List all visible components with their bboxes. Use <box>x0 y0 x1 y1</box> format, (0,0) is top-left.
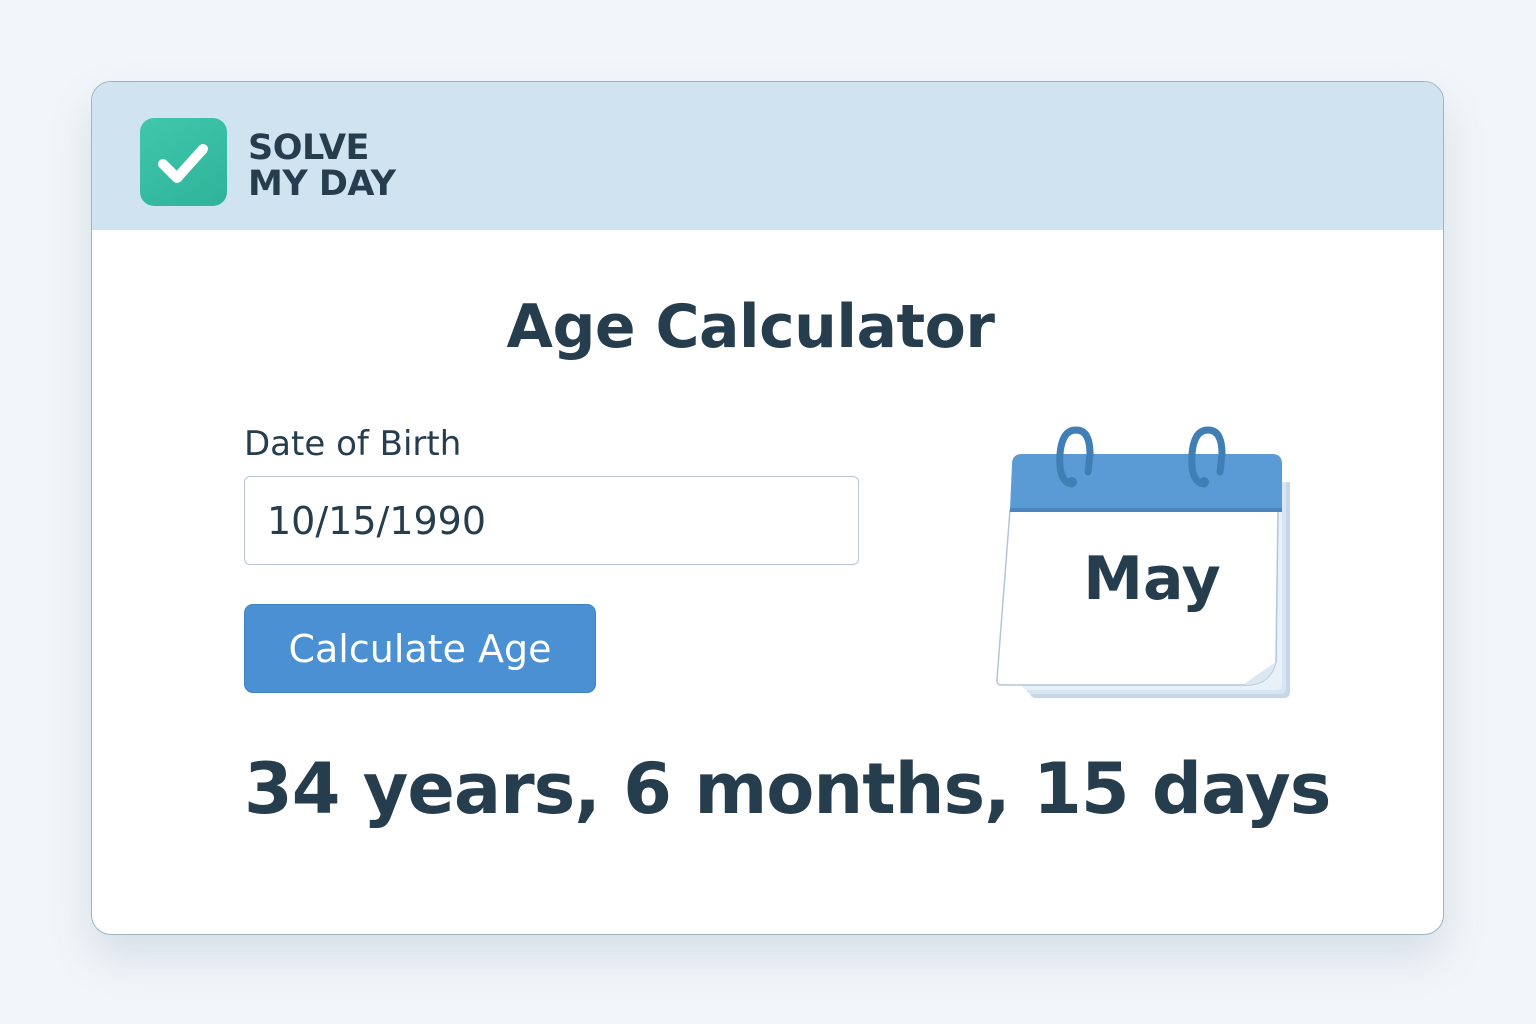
page-title: Age Calculator <box>506 292 995 362</box>
logo[interactable] <box>140 118 227 206</box>
calculate-age-button[interactable]: Calculate Age <box>244 604 596 693</box>
calendar-month-label: May <box>1083 544 1221 614</box>
brand-name: SOLVE MY DAY <box>248 130 396 202</box>
app-header: SOLVE MY DAY <box>92 82 1443 230</box>
date-of-birth-input[interactable] <box>244 476 859 565</box>
calendar-icon: May <box>994 422 1294 712</box>
age-result: 34 years, 6 months, 15 days <box>244 748 1331 830</box>
date-of-birth-label: Date of Birth <box>244 424 462 464</box>
brand-line-2: MY DAY <box>248 164 396 204</box>
checkmark-icon <box>158 144 208 183</box>
brand-line-1: SOLVE <box>248 128 369 168</box>
age-calculator-card: SOLVE MY DAY Age Calculator Date of Birt… <box>91 81 1444 935</box>
